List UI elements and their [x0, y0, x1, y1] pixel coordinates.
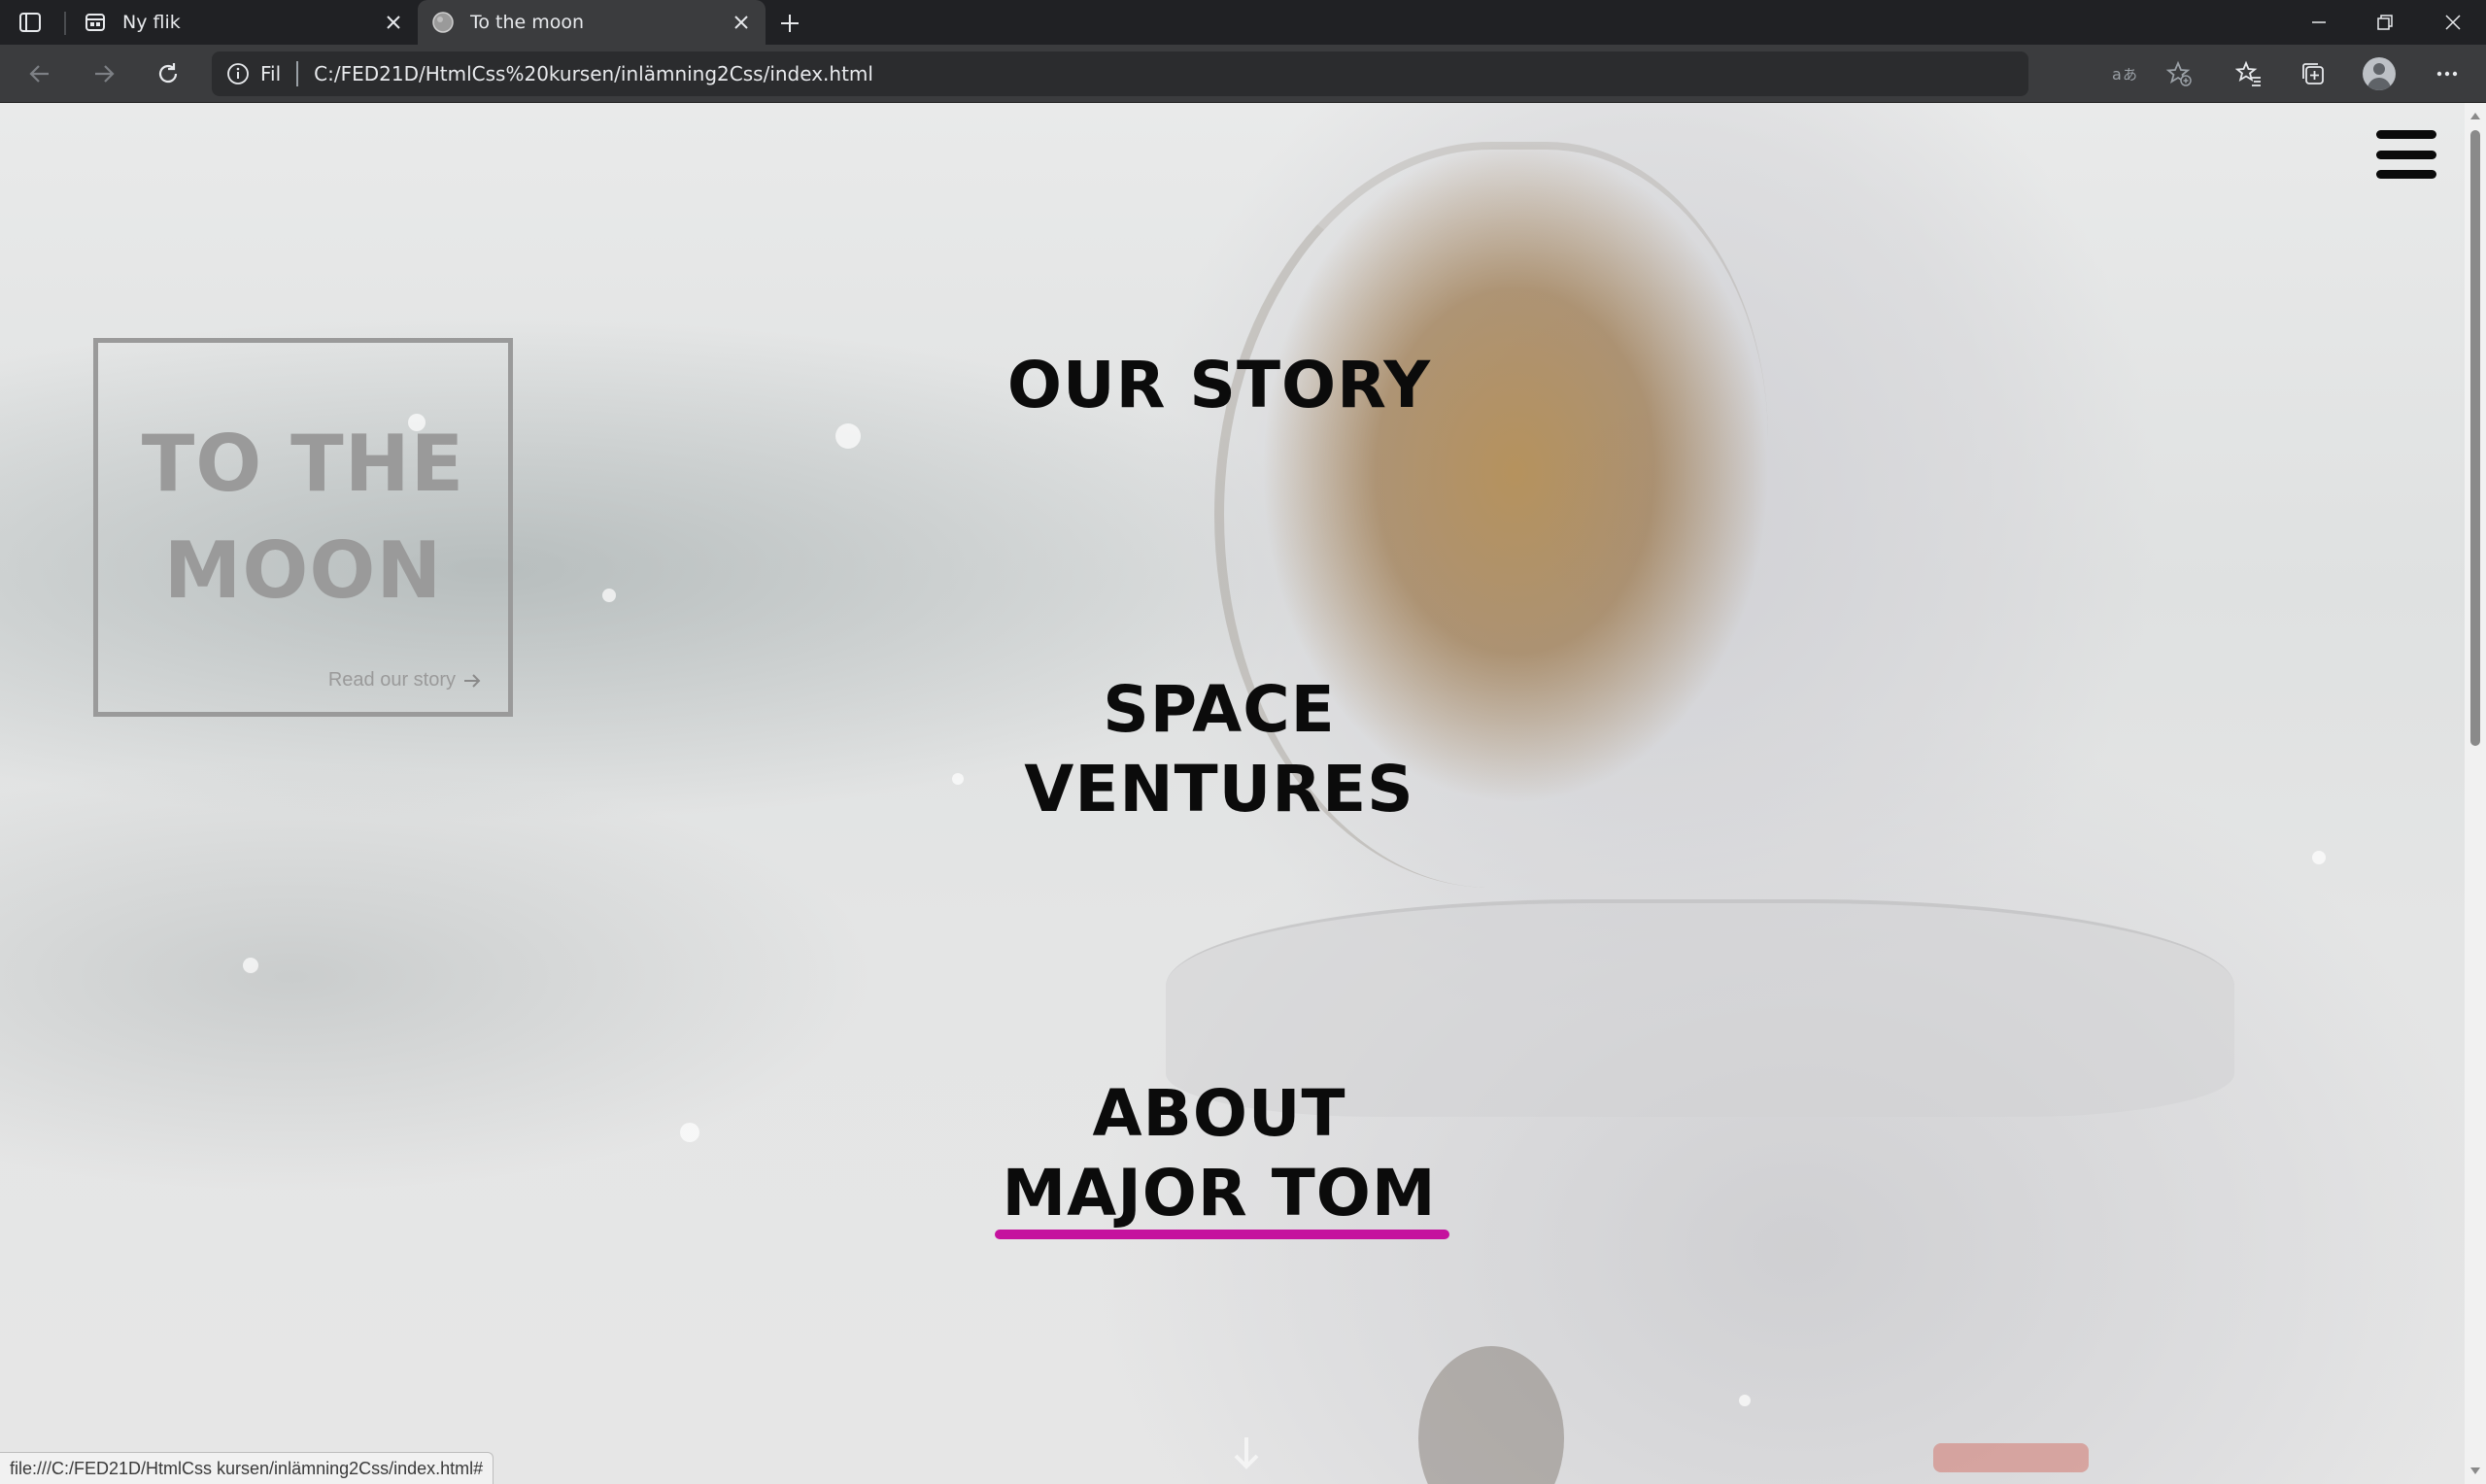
brand-box: TO THE MOON Read our story	[93, 338, 513, 717]
forward-icon[interactable]	[87, 57, 120, 90]
snow-particle	[602, 589, 616, 602]
back-icon[interactable]	[23, 57, 56, 90]
url-text[interactable]: C:/FED21D/HtmlCss%20kursen/inlämning2Css…	[314, 62, 873, 85]
svg-text:a: a	[2112, 65, 2122, 84]
menu-bar	[2376, 150, 2436, 159]
add-favorite-icon[interactable]	[2162, 57, 2196, 90]
arrow-right-icon	[461, 670, 483, 691]
snow-particle	[835, 423, 861, 449]
favorites-icon[interactable]	[2232, 57, 2265, 90]
address-bar[interactable]: Fil C:/FED21D/HtmlCss%20kursen/inlämning…	[212, 51, 2028, 96]
active-nav-underline	[995, 1230, 1449, 1239]
close-icon[interactable]	[727, 8, 756, 37]
tab-separator	[64, 12, 66, 35]
tab-title: To the moon	[470, 12, 585, 33]
info-icon[interactable]	[225, 61, 251, 86]
page-scrollbar[interactable]	[2465, 103, 2486, 1484]
snow-particle	[2312, 851, 2326, 864]
tab-ny-flik[interactable]: Ny flik	[70, 0, 418, 45]
minimize-icon[interactable]	[2285, 0, 2353, 45]
hamburger-menu-icon[interactable]	[2376, 130, 2436, 179]
snow-particle	[1739, 1395, 1751, 1406]
brand-title: TO THE MOON	[141, 419, 465, 616]
menu-bar	[2376, 170, 2436, 179]
site-scheme-label: Fil	[260, 62, 282, 85]
read-our-story-link[interactable]: Read our story	[328, 669, 483, 691]
sidebar-icon[interactable]	[17, 10, 43, 35]
browser-toolbar: Fil C:/FED21D/HtmlCss%20kursen/inlämning…	[0, 45, 2486, 103]
nav-about-major-tom[interactable]: ABOUT MAJOR TOM	[952, 1074, 1486, 1233]
tab-to-the-moon[interactable]: To the moon	[418, 0, 766, 45]
tab-title: Ny flik	[122, 12, 181, 33]
restore-icon[interactable]	[2351, 0, 2419, 45]
globe-icon	[431, 11, 455, 34]
reload-icon[interactable]	[152, 57, 185, 90]
nav-space-ventures[interactable]: SPACE VENTURES	[952, 670, 1486, 829]
read-aloud-icon[interactable]: aあ	[2108, 57, 2141, 90]
profile-icon[interactable]	[2363, 57, 2396, 90]
newtab-icon	[84, 11, 107, 34]
snow-particle	[680, 1123, 699, 1142]
more-icon[interactable]	[2431, 57, 2464, 90]
page-viewport: TO THE MOON Read our story OUR STORY SPAC…	[0, 103, 2465, 1484]
browser-tab-strip: Ny flik To the moon	[0, 0, 2486, 45]
read-our-story-label: Read our story	[327, 669, 456, 691]
status-bar-url: file:///C:/FED21D/HtmlCss kursen/inlämni…	[0, 1452, 494, 1484]
suit-red-detail	[1933, 1443, 2089, 1472]
scroll-up-icon[interactable]	[2469, 109, 2482, 122]
snow-particle	[243, 958, 258, 973]
close-icon[interactable]	[379, 8, 408, 37]
address-divider	[296, 61, 299, 86]
plus-icon[interactable]	[775, 9, 804, 38]
menu-bar	[2376, 130, 2436, 139]
nav-our-story[interactable]: OUR STORY	[952, 346, 1486, 425]
svg-text:あ: あ	[2123, 66, 2137, 84]
scroll-down-arrow-icon[interactable]	[1230, 1433, 1263, 1472]
collections-icon[interactable]	[2297, 57, 2330, 90]
mission-patch-shape	[1418, 1346, 1564, 1484]
scroll-down-icon[interactable]	[2469, 1465, 2482, 1478]
scrollbar-thumb[interactable]	[2470, 130, 2480, 746]
window-close-icon[interactable]	[2419, 0, 2486, 45]
